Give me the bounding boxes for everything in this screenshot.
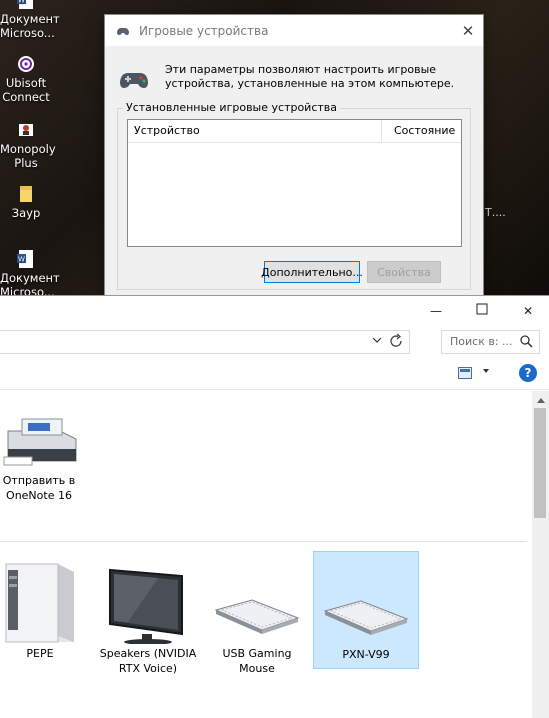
svg-text:W: W <box>18 256 25 264</box>
device-label: RTX Voice) <box>118 662 178 675</box>
search-placeholder: Поиск в: ... <box>450 335 513 348</box>
vertical-scrollbar[interactable] <box>532 391 549 718</box>
device-label: PEPE <box>26 647 54 660</box>
gamepad-icon <box>117 66 151 92</box>
game-controllers-dialog: Игровые устройства ✕ Эти параметры позво… <box>104 14 484 297</box>
monitor-icon <box>109 568 183 645</box>
column-header-device[interactable]: Устройство <box>128 120 382 142</box>
device-speakers-nvidia[interactable]: Speakers (NVIDIA RTX Voice) <box>98 554 198 676</box>
word-document-icon: W <box>16 249 36 269</box>
device-label: PXN-V99 <box>342 648 390 661</box>
svg-text:W: W <box>18 0 25 5</box>
close-window-button[interactable]: ✕ <box>505 296 549 325</box>
keyboard-icon <box>214 599 300 634</box>
device-usb-gaming-mouse[interactable]: USB Gaming Mouse <box>208 554 306 676</box>
devices-view: Отправить в OneNote 16 PEPE Speakers (NV… <box>0 391 530 718</box>
scroll-up-icon[interactable] <box>532 391 549 408</box>
search-input[interactable]: Поиск в: ... <box>441 330 540 354</box>
folder-icon <box>16 184 36 204</box>
word-document-icon: W <box>16 0 36 10</box>
group-label: Установленные игровые устройства <box>123 101 341 114</box>
installed-devices-group: Установленные игровые устройства Устройс… <box>117 101 471 290</box>
gamepad-icon <box>115 23 131 39</box>
maximize-icon <box>476 303 488 318</box>
column-header-status[interactable]: Состояние <box>382 120 455 142</box>
device-label: Отправить в <box>2 474 76 487</box>
device-label: OneNote 16 <box>6 489 72 502</box>
desktop-icon-label: Microso... <box>0 26 55 40</box>
close-icon: ✕ <box>461 21 475 40</box>
address-row: Поиск в: ... <box>0 327 549 355</box>
change-view-icon[interactable] <box>458 367 472 379</box>
desktop-icon-label: Plus <box>14 156 38 170</box>
desktop-icon-label: Зауp <box>11 206 41 220</box>
device-list[interactable]: Устройство Состояние <box>127 119 462 247</box>
devices-and-printers-window: — ✕ Поиск в: ... ? Отправить в OneNote 1… <box>0 295 549 718</box>
ubisoft-connect-icon <box>16 54 36 74</box>
maximize-button[interactable] <box>459 296 505 325</box>
chevron-down-icon[interactable] <box>481 366 491 379</box>
address-bar[interactable] <box>0 330 410 354</box>
dialog-description: Эти параметры позволяют настроить игровы… <box>165 63 455 90</box>
window-caption-bar[interactable]: — ✕ <box>0 296 549 325</box>
device-pepe-computer[interactable]: PEPE <box>0 554 80 661</box>
desktop-icon-ubisoft[interactable]: Ubisoft Connect <box>0 54 52 104</box>
close-icon: ✕ <box>522 303 534 318</box>
desktop-icon-document-2[interactable]: W Документ Microso... <box>0 249 60 299</box>
monopoly-plus-icon <box>16 120 36 140</box>
section-divider <box>0 541 527 542</box>
minimize-button[interactable]: — <box>413 296 459 325</box>
computer-tower-icon <box>5 563 74 643</box>
dialog-title-bar[interactable]: Игровые устройства ✕ <box>105 15 483 46</box>
desktop-icon-label: Connect <box>2 90 50 104</box>
properties-button[interactable]: Свойства <box>367 261 441 283</box>
printer-icon <box>3 418 77 466</box>
advanced-button[interactable]: Дополнительно... <box>261 261 363 283</box>
desktop-icon-document-1[interactable]: W Документ Microso... <box>0 0 60 40</box>
desktop-icon-folder[interactable]: Зауp <box>0 184 52 220</box>
device-label: Mouse <box>239 662 275 675</box>
refresh-icon[interactable] <box>390 332 404 356</box>
desktop-icon-label: Monopoly <box>0 142 56 156</box>
keyboard-icon <box>323 600 409 635</box>
device-pxn-v99[interactable]: PXN-V99 <box>313 551 419 669</box>
device-onenote-printer[interactable]: Отправить в OneNote 16 <box>0 409 78 503</box>
chevron-down-icon[interactable] <box>372 335 382 348</box>
search-icon[interactable] <box>519 334 533 348</box>
list-header: Устройство Состояние <box>128 120 461 143</box>
desktop-icon-label: Документ <box>0 12 60 26</box>
command-bar: ? <box>0 359 549 390</box>
device-label: USB Gaming <box>222 647 292 660</box>
dialog-header: Эти параметры позволяют настроить игровы… <box>105 46 483 92</box>
scrollbar-thumb[interactable] <box>534 408 546 518</box>
minimize-icon: — <box>430 303 442 318</box>
desktop-icon-monopoly[interactable]: Monopoly Plus <box>0 120 56 170</box>
device-label: Speakers (NVIDIA <box>99 647 197 660</box>
dialog-title: Игровые устройства <box>139 23 269 38</box>
close-button[interactable]: ✕ <box>453 15 483 46</box>
desktop-icon-label: Документ <box>0 271 60 285</box>
desktop-partial-label: Т.... <box>485 206 506 219</box>
help-button[interactable]: ? <box>519 364 537 382</box>
desktop-icon-label: Ubisoft <box>5 76 47 90</box>
